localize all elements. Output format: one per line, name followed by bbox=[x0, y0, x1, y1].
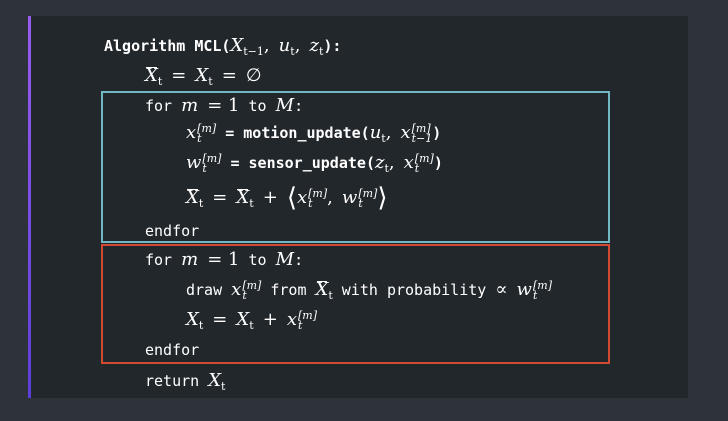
endfor-2: endfor bbox=[145, 341, 200, 359]
for1-line: for m = 1 to M: bbox=[145, 95, 304, 116]
draw-line: draw x [m] t from Xt with probability ∝ w[… bbox=[186, 278, 552, 302]
with-probability-text: with probability bbox=[341, 281, 487, 299]
from-keyword: from bbox=[270, 281, 307, 299]
draw-keyword: draw bbox=[186, 281, 223, 299]
for2-line: for m = 1 to M: bbox=[145, 249, 304, 270]
init-line: Xt = Xt = ∅ bbox=[145, 65, 262, 88]
accent-bar bbox=[28, 16, 31, 398]
resample-line: Xt = Xt + x [m] t bbox=[186, 308, 317, 332]
sensor-update-line: w [m] t = sensor_update(zt, x [m] t) bbox=[186, 151, 443, 175]
endfor-1: endfor bbox=[145, 222, 200, 240]
accumulate-line: Xt = Xt + ⟨x [m] t, w [m] t ⟩ bbox=[186, 183, 388, 213]
algorithm-name: MCL bbox=[194, 37, 222, 55]
algorithm-header: Algorithm MCL(Xt−1, ut, zt): bbox=[104, 35, 342, 58]
algorithm-colon: : bbox=[332, 37, 342, 55]
for-keyword: for bbox=[145, 97, 173, 115]
sensor-update-fn: sensor_update bbox=[248, 154, 366, 172]
for-keyword-2: for bbox=[145, 251, 173, 269]
to-keyword-2: to bbox=[248, 251, 267, 269]
to-keyword: to bbox=[248, 97, 267, 115]
algorithm-keyword: Algorithm bbox=[104, 37, 186, 55]
return-line: return Xt bbox=[145, 370, 226, 393]
motion-update-line: x [m] t = motion_update(ut, x [m] t−1) bbox=[186, 121, 442, 145]
motion-update-fn: motion_update bbox=[243, 124, 361, 142]
return-keyword: return bbox=[145, 372, 200, 390]
